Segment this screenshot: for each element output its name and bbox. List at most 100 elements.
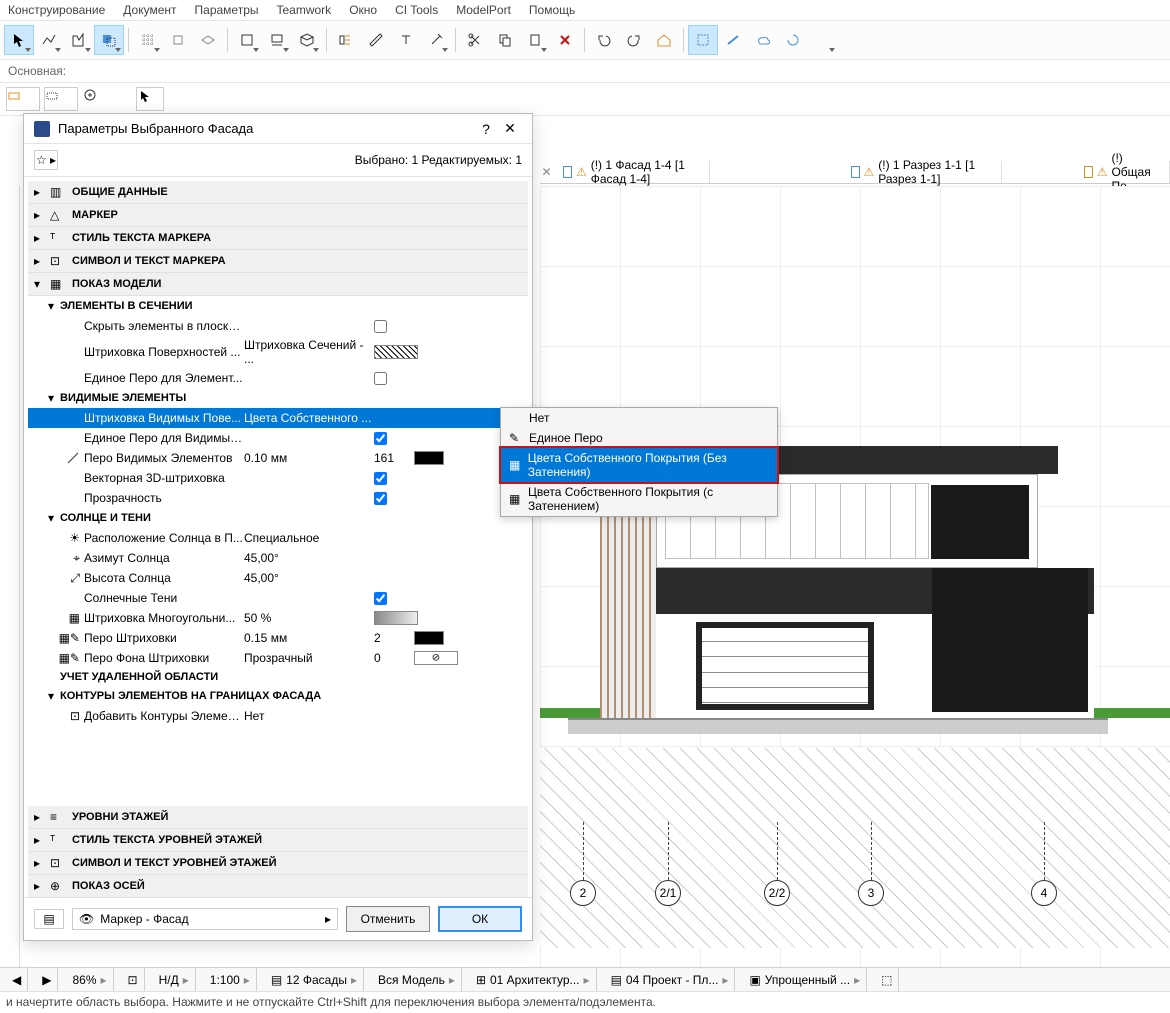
tool-arrow[interactable] [4, 25, 34, 55]
tool-clip[interactable] [292, 25, 322, 55]
tb2-1[interactable] [6, 87, 40, 111]
row-section-pen[interactable]: Единое Перо для Элемент... [28, 368, 528, 388]
status-fit[interactable]: ⊡ [122, 968, 145, 991]
section-floor-levels[interactable]: ▸≡УРОВНИ ЭТАЖЕЙ [28, 806, 528, 829]
popup-item-own-colors-shade[interactable]: ▦Цвета Собственного Покрытия (с Затенени… [501, 482, 777, 516]
tool-select-box[interactable] [688, 25, 718, 55]
tool-offset[interactable] [262, 25, 292, 55]
row-visible-hatch[interactable]: Штриховка Видимых Пове...Цвета Собственн… [28, 408, 528, 428]
tab-section[interactable]: ⚠(!) 1 Разрез 1-1 [1 Разрез 1-1] [841, 161, 1002, 183]
tool-magic[interactable] [421, 25, 451, 55]
menu-params[interactable]: Параметры [195, 3, 259, 17]
tab-facade[interactable]: ⚠(!) 1 Фасад 1-4 [1 Фасад 1-4] [553, 161, 710, 183]
tool-paste[interactable] [520, 25, 550, 55]
grid-marker-3: 3 [858, 822, 884, 906]
drawing-viewport[interactable]: 2 2/1 2/2 3 4 [540, 186, 1170, 967]
section-marker[interactable]: ▸△МАРКЕР [28, 204, 528, 227]
tool-more[interactable] [808, 25, 838, 55]
close-button[interactable]: ✕ [498, 120, 522, 137]
row-bg-pen[interactable]: ▦✎Перо Фона ШтриховкиПрозрачный0⊘ [28, 648, 528, 668]
tool-section[interactable] [64, 25, 94, 55]
tb2-2[interactable] [44, 87, 78, 111]
menu-citools[interactable]: CI Tools [395, 3, 438, 17]
status-simplified[interactable]: ▣ Упрощенный ...▸ [743, 968, 867, 991]
row-visible-pen[interactable]: Единое Перо для Видимых... [28, 428, 528, 448]
subsec-visible-elements[interactable]: ▾ВИДИМЫЕ ЭЛЕМЕНТЫ [28, 388, 528, 408]
dialog-titlebar[interactable]: Параметры Выбранного Фасада ? ✕ [24, 114, 532, 144]
row-hatch-pen[interactable]: ▦✎Перо Штриховки0.15 мм2 [28, 628, 528, 648]
row-azimuth[interactable]: ⌖Азимут Солнца45,00° [28, 548, 528, 568]
tool-cloud[interactable] [748, 25, 778, 55]
status-project[interactable]: ▤ 04 Проект - Пл...▸ [605, 968, 736, 991]
tb2-3[interactable] [82, 87, 116, 111]
tool-sync[interactable] [778, 25, 808, 55]
selection-info: Выбрано: 1 Редактируемых: 1 [355, 153, 522, 167]
section-model-display[interactable]: ▾▦ПОКАЗ МОДЕЛИ [28, 273, 528, 296]
row-add-contours[interactable]: ⊡Добавить Контуры Элемен...Нет [28, 706, 528, 726]
status-layer[interactable]: ⊞ 01 Архитектур...▸ [470, 968, 597, 991]
tool-home[interactable] [649, 25, 679, 55]
menu-modelport[interactable]: ModelPort [456, 3, 511, 17]
section-marker-symbol[interactable]: ▸⊡СИМВОЛ И ТЕКСТ МАРКЕРА [28, 250, 528, 273]
tool-bound[interactable] [232, 25, 262, 55]
status-view[interactable]: ▤ 12 Фасады▸ [265, 968, 364, 991]
menu-help[interactable]: Помощь [529, 3, 575, 17]
menu-document[interactable]: Документ [123, 3, 176, 17]
tool-trace[interactable] [34, 25, 64, 55]
subsec-distant[interactable]: УЧЕТ УДАЛЕННОЙ ОБЛАСТИ [28, 668, 528, 686]
tool-calc[interactable] [391, 25, 421, 55]
status-zoom[interactable]: 86%▸ [66, 968, 113, 991]
status-navback[interactable]: ◀ [6, 968, 28, 991]
tab-close-icon[interactable]: ✕ [540, 165, 553, 179]
tool-reno[interactable] [718, 25, 748, 55]
tab-general[interactable]: ⚠(!) Общая Пе [1074, 161, 1170, 183]
row-vector-3d[interactable]: Векторная 3D-штриховка [28, 468, 528, 488]
status-nd[interactable]: Н/Д▸ [153, 968, 196, 991]
section-axis[interactable]: ▸⊕ПОКАЗ ОСЕЙ [28, 875, 528, 897]
subsec-boundary[interactable]: ▾КОНТУРЫ ЭЛЕМЕНТОВ НА ГРАНИЦАХ ФАСАДА [28, 686, 528, 706]
tool-plane[interactable] [193, 25, 223, 55]
row-surface-hatch[interactable]: Штриховка Поверхностей ...Штриховка Сече… [28, 336, 528, 368]
section-marker-text[interactable]: ▸ᵀСТИЛЬ ТЕКСТА МАРКЕРА [28, 227, 528, 250]
row-hide-elements[interactable]: Скрыть элементы в плоско... [28, 316, 528, 336]
popup-item-single-pen[interactable]: ✎Единое Перо [501, 428, 777, 448]
marker-dropdown[interactable]: 👁Маркер - Фасад▸ [72, 908, 338, 930]
row-altitude[interactable]: ⤢Высота Солнца45,00° [28, 568, 528, 588]
row-transparency[interactable]: Прозрачность [28, 488, 528, 508]
popup-item-none[interactable]: Нет [501, 408, 777, 428]
help-button[interactable]: ? [474, 121, 498, 137]
tb2-pointer[interactable] [136, 87, 164, 111]
tool-structure[interactable] [331, 25, 361, 55]
status-3d[interactable]: ⬚ [875, 968, 899, 991]
tool-redo[interactable] [619, 25, 649, 55]
menu-window[interactable]: Окно [349, 3, 377, 17]
tool-del[interactable] [550, 25, 580, 55]
popup-item-own-colors-noshade[interactable]: ▦Цвета Собственного Покрытия (Без Затене… [499, 446, 779, 484]
cancel-button[interactable]: Отменить [346, 906, 430, 932]
subsec-section-elements[interactable]: ▾ЭЛЕМЕНТЫ В СЕЧЕНИИ [28, 296, 528, 316]
layer-ctrl-icon[interactable]: ▤ [34, 909, 64, 929]
row-sun-shadows[interactable]: Солнечные Тени [28, 588, 528, 608]
favorites-button[interactable]: ☆ ▸ [34, 150, 58, 170]
tool-grid[interactable] [133, 25, 163, 55]
status-model[interactable]: Вся Модель▸ [372, 968, 462, 991]
menu-teamwork[interactable]: Teamwork [277, 3, 332, 17]
tool-cut[interactable] [460, 25, 490, 55]
section-general[interactable]: ▸▥ОБЩИЕ ДАННЫЕ [28, 181, 528, 204]
section-floor-text[interactable]: ▸ᵀСТИЛЬ ТЕКСТА УРОВНЕЙ ЭТАЖЕЙ [28, 829, 528, 852]
tool-undo[interactable] [589, 25, 619, 55]
row-visible-elem-pen[interactable]: Перо Видимых Элементов0.10 мм161 [28, 448, 528, 468]
section-floor-symbol[interactable]: ▸⊡СИМВОЛ И ТЕКСТ УРОВНЕЙ ЭТАЖЕЙ [28, 852, 528, 875]
tool-copy[interactable] [490, 25, 520, 55]
ok-button[interactable]: ОК [438, 906, 522, 932]
tool-measure[interactable] [361, 25, 391, 55]
tool-snap[interactable] [163, 25, 193, 55]
row-sun-pos[interactable]: ☀Расположение Солнца в П...Специальное [28, 528, 528, 548]
status-scale[interactable]: 1:100▸ [204, 968, 257, 991]
elevation-settings-dialog: Параметры Выбранного Фасада ? ✕ ☆ ▸ Выбр… [23, 113, 533, 941]
row-shadow-hatch[interactable]: ▦Штриховка Многоугольни...50 % [28, 608, 528, 628]
status-navfwd[interactable]: ▶ [36, 968, 58, 991]
menu-construction[interactable]: Конструирование [8, 3, 105, 17]
tool-layer[interactable] [94, 25, 124, 55]
subsec-sun[interactable]: ▾СОЛНЦЕ И ТЕНИ [28, 508, 528, 528]
